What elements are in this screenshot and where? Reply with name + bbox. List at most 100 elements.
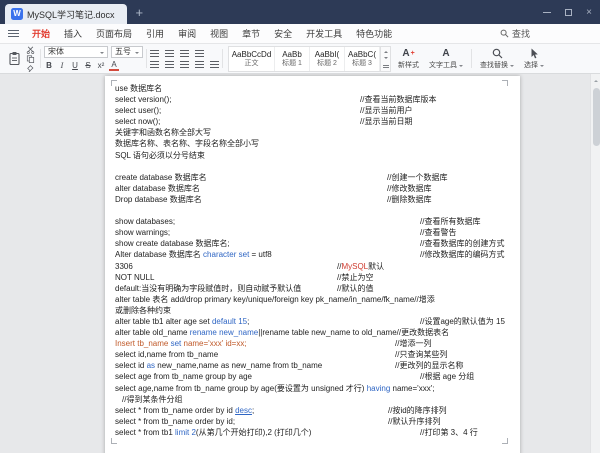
font-format-row: BIUSx²A (44, 60, 143, 72)
doc-line: Drop database 数据库名//删除数据库 (115, 194, 508, 205)
doc-comment: //设置age的默认值为 15 (420, 316, 505, 327)
menu-tabs: 开始插入页面布局引用审阅视图章节安全开发工具特色功能 (25, 24, 399, 43)
menu-tab-4[interactable]: 引用 (139, 24, 171, 43)
justify-button[interactable] (195, 61, 204, 68)
doc-line: select * from tb1 limit 2(从第几个开始打印),2 (打… (115, 427, 508, 438)
menu-tab-5[interactable]: 审阅 (171, 24, 203, 43)
doc-line: 3306//MySQL默认 (115, 261, 508, 272)
font-group: 宋体 五号 BIUSx²A (44, 45, 143, 72)
new-style-button[interactable]: A+ 新样式 (393, 47, 424, 70)
menu-tab-9[interactable]: 开发工具 (299, 24, 349, 43)
scrollbar-up-button[interactable] (591, 74, 600, 85)
margin-mark-bottom-right (502, 438, 508, 444)
text-tool-button[interactable]: A 文字工具 (424, 47, 468, 70)
select-button[interactable]: 选择 (519, 47, 549, 70)
document-tab[interactable]: W MySQL学习笔记.docx (5, 4, 127, 24)
align-left-button[interactable] (150, 61, 159, 68)
doc-line: Alter database 数据库名 character set = utf8… (115, 249, 508, 260)
italic-button[interactable]: I (57, 61, 67, 71)
style-gallery-more-button[interactable] (383, 65, 389, 69)
doc-comment: //按id的降序排列 (388, 405, 447, 416)
strikethrough-button[interactable]: S (83, 61, 93, 71)
close-button[interactable]: × (586, 7, 592, 18)
style-preview: AaBb (282, 50, 302, 60)
cut-button[interactable] (24, 46, 37, 54)
style-gallery-arrows (381, 46, 391, 72)
find-replace-button[interactable]: 查找替换 (475, 47, 519, 70)
font-color-button[interactable]: A (109, 61, 119, 71)
line-spacing-button[interactable] (210, 61, 219, 68)
format-painter-button[interactable] (24, 64, 37, 72)
menu-tab-2[interactable]: 插入 (57, 24, 89, 43)
file-menu-icon[interactable] (8, 30, 19, 37)
format-painter-icon (26, 64, 35, 72)
doc-comment: //禁止为空 (337, 272, 373, 283)
doc-comment: //修改数据库的编码方式 (420, 249, 504, 260)
find-button[interactable]: 查找 (500, 27, 530, 40)
underline-button[interactable]: U (70, 61, 80, 71)
doc-line: SQL 语句必须以分号结束 (115, 150, 508, 161)
find-replace-label: 查找替换 (480, 60, 508, 70)
doc-comment: //更改列的显示名称 (395, 360, 463, 371)
menu-tab-7[interactable]: 章节 (235, 24, 267, 43)
numbered-list-button[interactable] (165, 50, 174, 57)
ribbon-divider (471, 49, 472, 68)
style-item-1[interactable]: AaBbCcDd正文 (229, 47, 275, 71)
clipboard-group (4, 45, 37, 72)
doc-comment: //只查询某些列 (395, 349, 447, 360)
align-right-button[interactable] (180, 61, 189, 68)
vertical-scrollbar[interactable] (590, 74, 600, 453)
scrollbar-thumb[interactable] (593, 88, 600, 146)
menu-tab-6[interactable]: 视图 (203, 24, 235, 43)
font-size-select[interactable]: 五号 (111, 46, 143, 58)
menu-tab-10[interactable]: 特色功能 (349, 24, 399, 43)
style-gallery-wrap: AaBbCcDd正文AaBb标题 1AaBbI(标题 2AaBbC(标题 3 (228, 45, 391, 72)
margin-mark-bottom-left (111, 438, 117, 444)
doc-line: select id as new_name,name as new_name f… (115, 360, 508, 371)
style-item-3[interactable]: AaBbI(标题 2 (310, 47, 345, 71)
style-gallery-down-button[interactable] (384, 57, 388, 61)
outdent-button[interactable] (180, 50, 189, 57)
doc-line: use 数据库名 (115, 83, 508, 94)
doc-comment: //显示当前用户 (360, 105, 412, 116)
doc-line: show create database 数据库名;//查看数据库的创建方式 (115, 238, 508, 249)
doc-line: alter table old_name rename new_name||re… (115, 327, 508, 338)
copy-button[interactable] (24, 55, 37, 63)
doc-line: select user();//显示当前用户 (115, 105, 508, 116)
indent-button[interactable] (195, 50, 204, 57)
doc-blank-line (115, 161, 508, 172)
font-name-value: 宋体 (48, 46, 64, 57)
new-tab-button[interactable]: + (136, 6, 144, 19)
triangle-up-icon (594, 78, 598, 82)
plus-icon: + (411, 50, 415, 57)
maximize-button[interactable] (565, 9, 572, 16)
style-item-2[interactable]: AaBb标题 1 (275, 47, 310, 71)
menu-tab-8[interactable]: 安全 (267, 24, 299, 43)
ribbon-divider (222, 49, 223, 68)
doc-line: NOT NULL//禁止为空 (115, 272, 508, 283)
menu-tab-1[interactable]: 开始 (25, 24, 57, 43)
chevron-down-icon (135, 52, 139, 56)
font-size-value: 五号 (115, 46, 131, 57)
chevron-down-icon (459, 65, 463, 69)
doc-line: select version();//查看当前数据库版本 (115, 94, 508, 105)
search-icon (492, 48, 503, 59)
menu-bar: 开始插入页面布局引用审阅视图章节安全开发工具特色功能 查找 (0, 24, 600, 44)
doc-comment: //打印第 3、4 行 (420, 427, 478, 438)
superscript-button[interactable]: x² (96, 61, 106, 71)
font-name-select[interactable]: 宋体 (44, 46, 108, 58)
style-name: 正文 (245, 60, 259, 68)
align-center-button[interactable] (165, 61, 174, 68)
document-page[interactable]: use 数据库名select version();//查看当前数据库版本sele… (105, 76, 520, 453)
style-name: 标题 2 (317, 60, 337, 68)
doc-line: select * from tb_name order by id;//默认升序… (115, 416, 508, 427)
bold-button[interactable]: B (44, 61, 54, 71)
menu-tab-3[interactable]: 页面布局 (89, 24, 139, 43)
style-item-4[interactable]: AaBbC(标题 3 (345, 47, 380, 71)
doc-comment: //修改数据库 (387, 183, 431, 194)
paste-button[interactable] (4, 46, 24, 72)
bullet-list-button[interactable] (150, 50, 159, 57)
minimize-button[interactable] (543, 12, 551, 13)
window-controls: × (543, 0, 592, 24)
style-gallery-up-button[interactable] (384, 49, 388, 53)
